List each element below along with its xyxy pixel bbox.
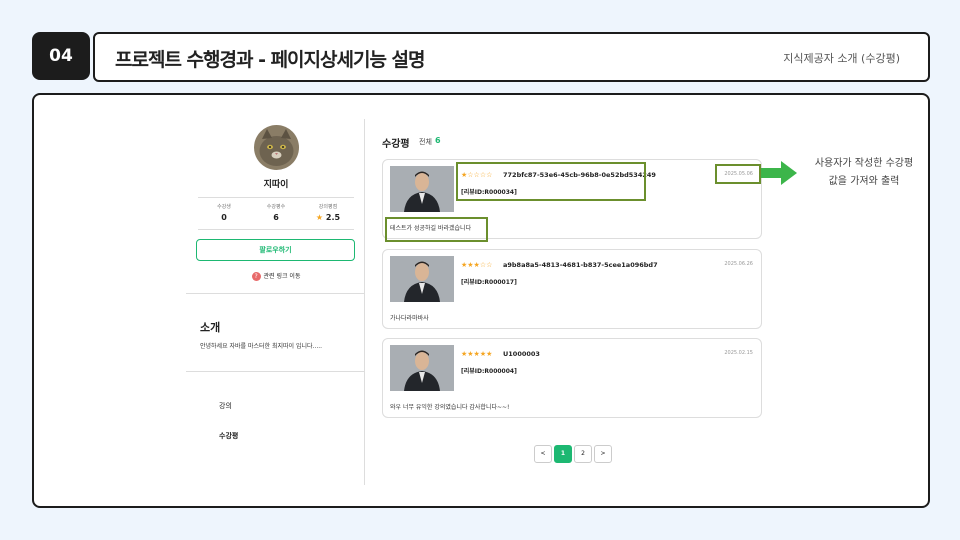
person-photo-icon — [390, 345, 454, 391]
slide-subtitle: 지식제공자 소개 (수강평) — [783, 52, 900, 65]
reviews-title: 수강평 — [382, 139, 410, 150]
annotation-line: 값을 가져와 출력 — [828, 176, 900, 187]
slide-number: 04 — [32, 32, 90, 80]
right-arrow-icon — [761, 161, 797, 185]
review-code: [리뷰ID:R000017] — [461, 279, 517, 286]
nav-item-courses[interactable]: 강의 — [219, 401, 232, 411]
stat-students: 수강생 0 — [198, 203, 250, 222]
stat-label: 강의평점 — [318, 204, 338, 210]
pagination-page-button[interactable]: 1 — [554, 445, 572, 463]
slide-title: 프로젝트 수행경과 - 페이지상세기능 설명 — [115, 49, 426, 71]
review-card: ★★★★★ U1000003 [리뷰ID:R000004] 2025.02.15… — [382, 338, 762, 418]
cat-avatar-icon — [254, 125, 299, 170]
annotation-note: 사용자가 작성한 수강평 값을 가져와 출력 — [799, 155, 929, 191]
divider — [186, 371, 364, 372]
review-card: ★★★☆☆ a9b8a8a5-4813-4681-b837-5cee1a096b… — [382, 249, 762, 329]
related-link[interactable]: ? 관련 링크 이동 — [194, 271, 358, 281]
review-date: 2025.06.26 — [724, 261, 753, 267]
nav-item-reviews[interactable]: 수강평 — [219, 431, 238, 441]
review-content: 와우 너무 유익한 강의였습니다 감사합니다~~! — [390, 404, 510, 411]
link-icon: ? — [251, 272, 261, 281]
highlight-box — [715, 164, 761, 184]
reviewer-photo — [390, 345, 454, 391]
pagination-next-button[interactable]: > — [594, 445, 612, 463]
profile-name: 지따이 — [263, 180, 289, 190]
person-photo-icon — [390, 166, 454, 212]
review-code: [리뷰ID:R000004] — [461, 368, 517, 375]
reviewer-photo — [390, 256, 454, 302]
stat-value: 0 — [221, 213, 227, 222]
stat-review-count: 수강평수 6 — [250, 203, 302, 222]
pagination-page-button[interactable]: 2 — [574, 445, 592, 463]
stat-label: 수강생 — [217, 204, 231, 210]
stat-rating-value-row: ★ 2.5 — [302, 213, 354, 222]
intro-title: 소개 — [200, 321, 221, 334]
divider — [186, 293, 364, 294]
review-content: 가나다라마바사 — [390, 315, 429, 322]
follow-button[interactable]: 팔로우하기 — [196, 239, 355, 261]
pagination-prev-button[interactable]: < — [534, 445, 552, 463]
review-user-id: a9b8a8a5-4813-4681-b837-5cee1a096bd7 — [503, 261, 658, 269]
reviews-total-label: 전체 — [419, 138, 432, 146]
stat-value: 2.5 — [325, 213, 341, 222]
stat-rating: 강의평점 ★ 2.5 — [302, 203, 354, 222]
rating-stars: ★★★★★ — [461, 350, 493, 358]
person-photo-icon — [390, 256, 454, 302]
column-divider — [364, 119, 365, 485]
title-bar: 프로젝트 수행경과 - 페이지상세기능 설명 지식제공자 소개 (수강평) — [93, 32, 930, 82]
divider — [198, 229, 354, 230]
star-icon: ★ — [315, 213, 324, 222]
screenshot-panel: 지따이 수강생 0 수강평수 6 강의평점 ★ 2.5 팔로우하기 ? 관련 링크… — [32, 93, 930, 508]
divider — [198, 197, 354, 198]
related-link-label: 관련 링크 이동 — [263, 273, 301, 280]
stat-value: 6 — [273, 213, 279, 222]
reviews-total-count: 6 — [435, 136, 441, 145]
reviewer-photo — [390, 166, 454, 212]
intro-text: 안녕하세요 자바를 마스터한 최지따이 입니다..... — [200, 343, 323, 350]
stat-label: 수강평수 — [266, 204, 286, 210]
avatar — [254, 125, 299, 170]
review-user-id: U1000003 — [503, 350, 540, 358]
annotation-line: 사용자가 작성한 수강평 — [814, 158, 914, 169]
highlight-box — [456, 162, 646, 201]
highlight-box — [385, 217, 488, 242]
review-date: 2025.02.15 — [724, 350, 753, 356]
rating-stars: ★★★☆☆ — [461, 261, 493, 269]
